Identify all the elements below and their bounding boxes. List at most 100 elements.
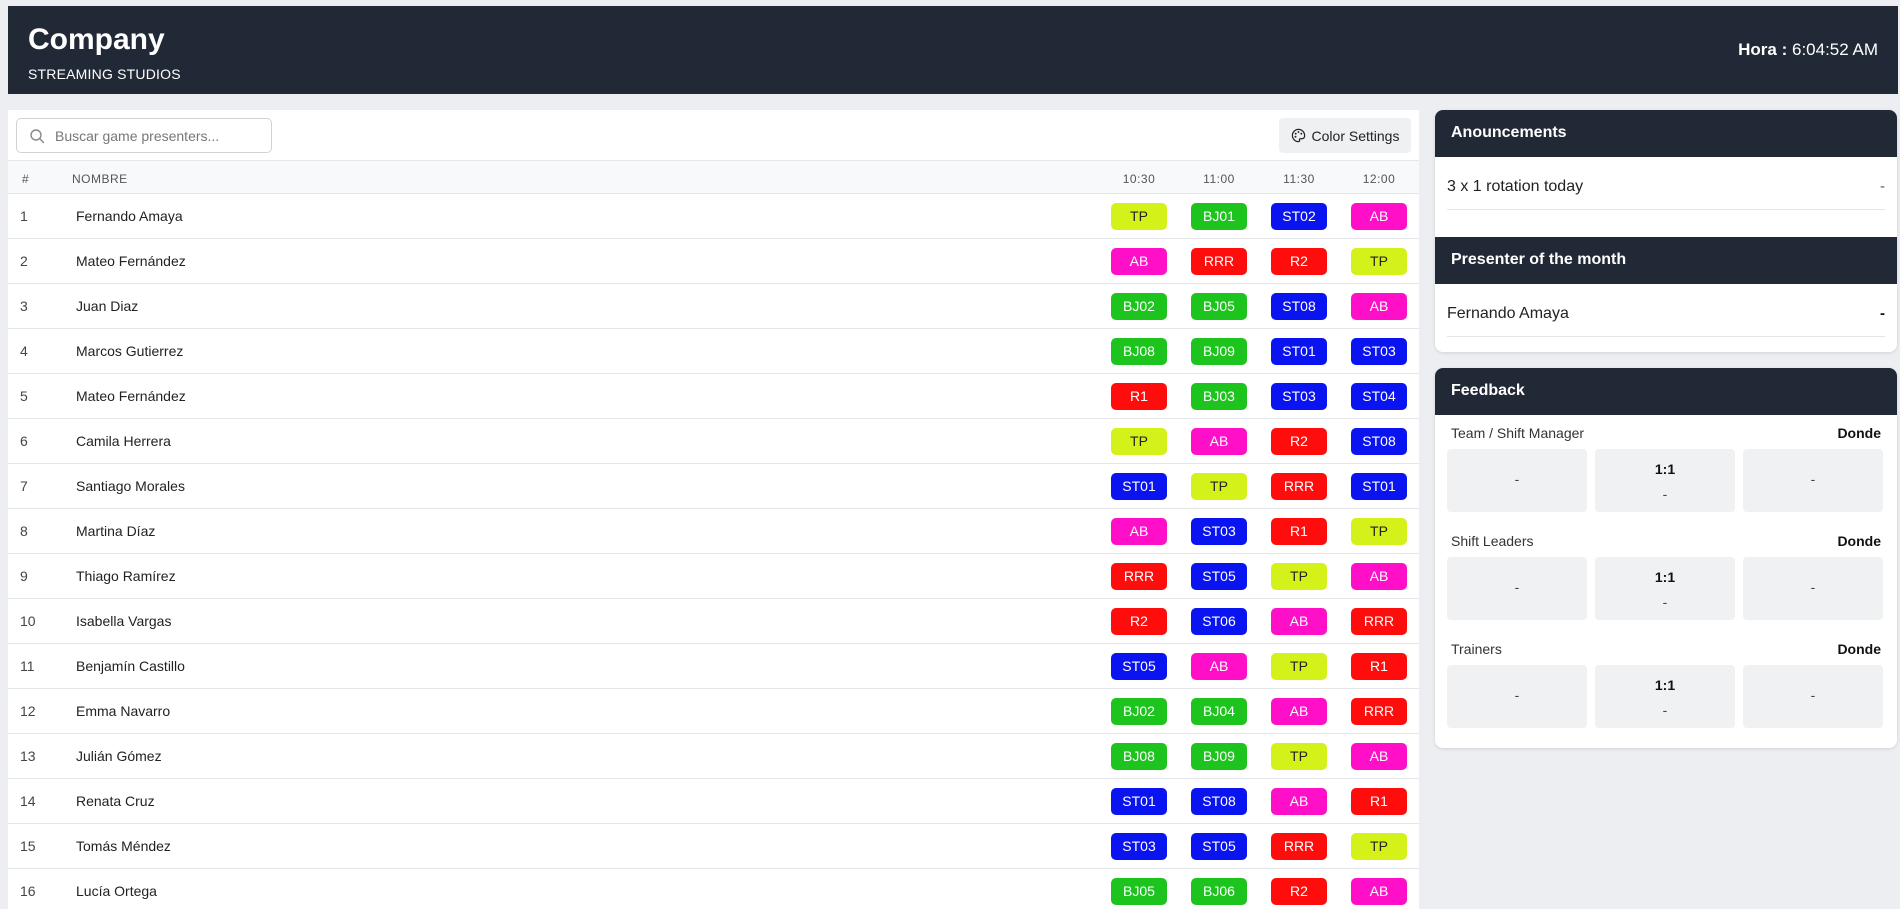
table-row[interactable]: 10 Isabella Vargas R2 ST06 AB RRR — [8, 599, 1419, 644]
table-assignment-badge[interactable]: ST08 — [1191, 788, 1247, 815]
feedback-donde: Donde — [1837, 533, 1881, 549]
feedback-box[interactable]: 1:1 - — [1595, 665, 1735, 728]
table-assignment-badge[interactable]: AB — [1111, 518, 1167, 545]
table-assignment-badge[interactable]: BJ08 — [1111, 338, 1167, 365]
table-assignment-badge[interactable]: AB — [1271, 788, 1327, 815]
table-row[interactable]: 6 Camila Herrera TP AB R2 ST08 — [8, 419, 1419, 464]
feedback-box[interactable]: - — [1447, 557, 1587, 620]
table-assignment-badge[interactable]: AB — [1271, 608, 1327, 635]
table-assignment-badge[interactable]: ST05 — [1191, 833, 1247, 860]
table-assignment-badge[interactable]: TP — [1351, 833, 1407, 860]
table-assignment-badge[interactable]: ST03 — [1191, 518, 1247, 545]
table-assignment-badge[interactable]: AB — [1191, 428, 1247, 455]
company-subtitle: STREAMING STUDIOS — [28, 66, 181, 82]
table-assignment-badge[interactable]: BJ05 — [1111, 878, 1167, 905]
table-assignment-badge[interactable]: AB — [1351, 743, 1407, 770]
table-assignment-badge[interactable]: RRR — [1191, 248, 1247, 275]
table-row[interactable]: 4 Marcos Gutierrez BJ08 BJ09 ST01 ST03 — [8, 329, 1419, 374]
table-assignment-badge[interactable]: TP — [1191, 473, 1247, 500]
table-assignment-badge[interactable]: TP — [1351, 248, 1407, 275]
table-assignment-badge[interactable]: ST02 — [1271, 203, 1327, 230]
table-row[interactable]: 9 Thiago Ramírez RRR ST05 TP AB — [8, 554, 1419, 599]
table-assignment-badge[interactable]: TP — [1111, 203, 1167, 230]
table-assignment-badge[interactable]: ST03 — [1351, 338, 1407, 365]
search-box[interactable] — [16, 118, 272, 153]
table-assignment-badge[interactable]: AB — [1191, 653, 1247, 680]
table-assignment-badge[interactable]: ST05 — [1111, 653, 1167, 680]
table-assignment-badge[interactable]: AB — [1351, 203, 1407, 230]
table-assignment-badge[interactable]: TP — [1271, 653, 1327, 680]
announcements-title: Anouncements — [1435, 110, 1897, 157]
table-assignment-badge[interactable]: ST01 — [1111, 788, 1167, 815]
presenter-name: Juan Diaz — [76, 298, 139, 314]
table-assignment-badge[interactable]: R2 — [1271, 428, 1327, 455]
table-assignment-badge[interactable]: BJ06 — [1191, 878, 1247, 905]
table-assignment-badge[interactable]: BJ04 — [1191, 698, 1247, 725]
table-assignment-badge[interactable]: TP — [1271, 563, 1327, 590]
feedback-value: - — [1514, 579, 1520, 595]
feedback-box[interactable]: - — [1743, 557, 1883, 620]
table-assignment-badge[interactable]: AB — [1351, 878, 1407, 905]
table-assignment-badge[interactable]: R2 — [1271, 248, 1327, 275]
table-assignment-badge[interactable]: BJ05 — [1191, 293, 1247, 320]
table-assignment-badge[interactable]: BJ03 — [1191, 383, 1247, 410]
table-assignment-badge[interactable]: BJ09 — [1191, 743, 1247, 770]
schedule-table: # NOMBRE 10:30 11:00 11:30 12:00 1 Fernan… — [8, 160, 1419, 909]
table-assignment-badge[interactable]: ST04 — [1351, 383, 1407, 410]
table-assignment-badge[interactable]: ST01 — [1271, 338, 1327, 365]
table-row[interactable]: 11 Benjamín Castillo ST05 AB TP R1 — [8, 644, 1419, 689]
table-assignment-badge[interactable]: R1 — [1111, 383, 1167, 410]
table-assignment-badge[interactable]: TP — [1111, 428, 1167, 455]
table-row[interactable]: 2 Mateo Fernández AB RRR R2 TP — [8, 239, 1419, 284]
feedback-box[interactable]: - — [1743, 665, 1883, 728]
feedback-box[interactable]: - — [1447, 449, 1587, 512]
table-row[interactable]: 3 Juan Diaz BJ02 BJ05 ST08 AB — [8, 284, 1419, 329]
col-time-header: 11:30 — [1283, 172, 1315, 186]
table-row[interactable]: 14 Renata Cruz ST01 ST08 AB R1 — [8, 779, 1419, 824]
table-assignment-badge[interactable]: R1 — [1351, 788, 1407, 815]
table-row[interactable]: 13 Julián Gómez BJ08 BJ09 TP AB — [8, 734, 1419, 779]
table-row[interactable]: 12 Emma Navarro BJ02 BJ04 AB RRR — [8, 689, 1419, 734]
table-row[interactable]: 16 Lucía Ortega BJ05 BJ06 R2 AB — [8, 869, 1419, 909]
table-row[interactable]: 7 Santiago Morales ST01 TP RRR ST01 — [8, 464, 1419, 509]
table-assignment-badge[interactable]: RRR — [1351, 698, 1407, 725]
table-assignment-badge[interactable]: ST01 — [1111, 473, 1167, 500]
table-assignment-badge[interactable]: RRR — [1351, 608, 1407, 635]
table-row[interactable]: 5 Mateo Fernández R1 BJ03 ST03 ST04 — [8, 374, 1419, 419]
search-input[interactable] — [55, 125, 265, 147]
table-assignment-badge[interactable]: BJ01 — [1191, 203, 1247, 230]
table-assignment-badge[interactable]: AB — [1351, 293, 1407, 320]
table-assignment-badge[interactable]: ST08 — [1351, 428, 1407, 455]
table-assignment-badge[interactable]: ST01 — [1351, 473, 1407, 500]
table-assignment-badge[interactable]: TP — [1271, 743, 1327, 770]
table-assignment-badge[interactable]: R2 — [1111, 608, 1167, 635]
color-settings-button[interactable]: Color Settings — [1279, 118, 1411, 153]
table-assignment-badge[interactable]: RRR — [1111, 563, 1167, 590]
feedback-box[interactable]: 1:1 - — [1595, 449, 1735, 512]
table-assignment-badge[interactable]: RRR — [1271, 833, 1327, 860]
table-assignment-badge[interactable]: R1 — [1271, 518, 1327, 545]
table-assignment-badge[interactable]: ST03 — [1111, 833, 1167, 860]
table-assignment-badge[interactable]: BJ08 — [1111, 743, 1167, 770]
table-assignment-badge[interactable]: BJ02 — [1111, 698, 1167, 725]
table-assignment-badge[interactable]: R1 — [1351, 653, 1407, 680]
table-row[interactable]: 8 Martina Díaz AB ST03 R1 TP — [8, 509, 1419, 554]
table-assignment-badge[interactable]: ST03 — [1271, 383, 1327, 410]
table-row[interactable]: 1 Fernando Amaya TP BJ01 ST02 AB — [8, 194, 1419, 239]
table-assignment-badge[interactable]: ST08 — [1271, 293, 1327, 320]
table-assignment-badge[interactable]: RRR — [1271, 473, 1327, 500]
table-assignment-badge[interactable]: TP — [1351, 518, 1407, 545]
row-number: 4 — [20, 343, 28, 359]
table-assignment-badge[interactable]: AB — [1271, 698, 1327, 725]
feedback-box[interactable]: - — [1743, 449, 1883, 512]
table-assignment-badge[interactable]: BJ09 — [1191, 338, 1247, 365]
table-assignment-badge[interactable]: ST06 — [1191, 608, 1247, 635]
table-assignment-badge[interactable]: BJ02 — [1111, 293, 1167, 320]
table-assignment-badge[interactable]: AB — [1351, 563, 1407, 590]
table-assignment-badge[interactable]: AB — [1111, 248, 1167, 275]
table-assignment-badge[interactable]: ST05 — [1191, 563, 1247, 590]
table-row[interactable]: 15 Tomás Méndez ST03 ST05 RRR TP — [8, 824, 1419, 869]
feedback-box[interactable]: 1:1 - — [1595, 557, 1735, 620]
table-assignment-badge[interactable]: R2 — [1271, 878, 1327, 905]
feedback-box[interactable]: - — [1447, 665, 1587, 728]
